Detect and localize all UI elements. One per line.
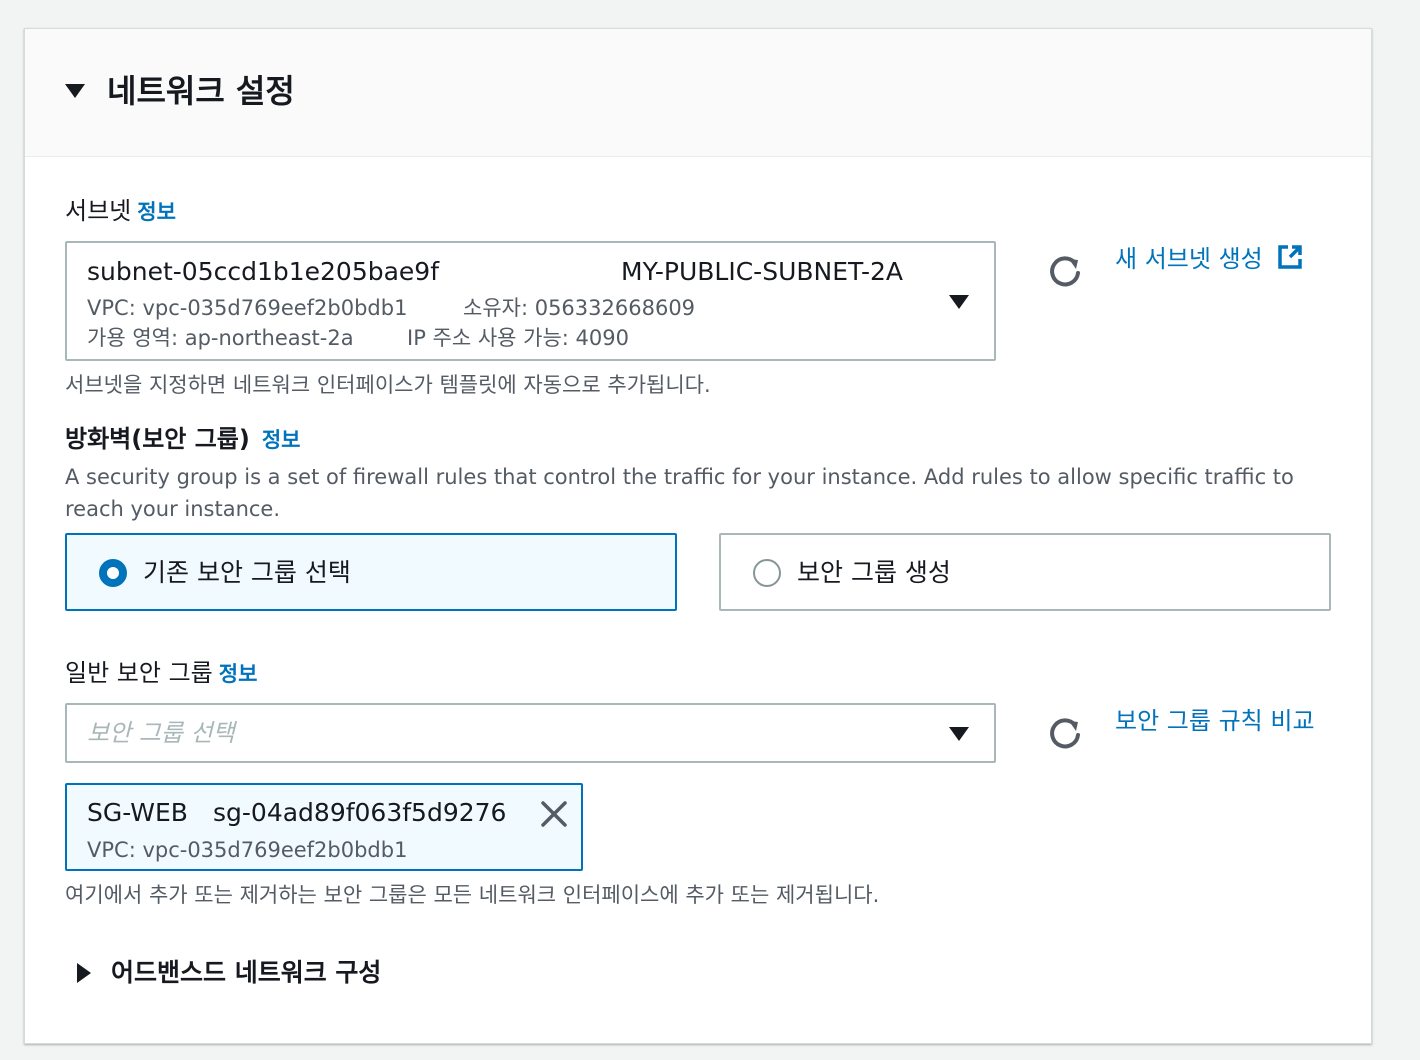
subnet-id: subnet-05ccd1b1e205bae9f [87,257,440,286]
close-icon[interactable] [539,799,569,829]
firewall-description-line2: reach your instance. [65,497,281,521]
advanced-network-config-toggle[interactable]: 어드밴스드 네트워크 구성 [111,955,381,991]
subnet-select[interactable]: subnet-05ccd1b1e205bae9f MY-PUBLIC-SUBNE… [65,241,996,361]
chevron-down-icon [949,727,969,741]
firewall-label: 방화벽(보안 그룹) 정보 [65,423,301,456]
subnet-label: 서브넷 정보 [65,195,176,228]
compare-security-group-rules-link[interactable]: 보안 그룹 규칙 비교 [1115,705,1315,737]
subnet-label-text: 서브넷 [65,197,132,225]
refresh-icon[interactable] [1045,713,1085,753]
caret-right-icon[interactable] [77,963,91,983]
firewall-description-line1: A security group is a set of firewall ru… [65,465,1294,489]
firewall-info-link[interactable]: 정보 [262,428,301,452]
create-subnet-link-text: 새 서브넷 생성 [1115,245,1263,273]
security-groups-label-text: 일반 보안 그룹 [65,659,213,687]
caret-down-icon[interactable] [65,84,85,98]
refresh-icon[interactable] [1045,251,1085,291]
panel-header[interactable]: 네트워크 설정 [25,29,1371,157]
subnet-vpc: VPC: vpc-035d769eef2b0bdb1 [87,296,408,320]
panel-title: 네트워크 설정 [107,72,295,110]
option-create-label: 보안 그룹 생성 [797,558,951,587]
external-link-icon [1278,245,1303,269]
security-groups-info-link[interactable]: 정보 [219,662,258,686]
chevron-down-icon [949,295,969,309]
security-group-select[interactable]: 보안 그룹 선택 [65,703,996,763]
firewall-label-text: 방화벽(보안 그룹) [65,425,250,453]
radio-selected-icon[interactable] [99,559,127,587]
security-group-token: SG-WEB sg-04ad89f063f5d9276 VPC: vpc-035… [65,783,583,871]
option-existing-label: 기존 보안 그룹 선택 [143,558,351,587]
subnet-name: MY-PUBLIC-SUBNET-2A [621,257,904,286]
security-group-placeholder: 보안 그룹 선택 [87,719,235,747]
security-groups-hint: 여기에서 추가 또는 제거하는 보안 그룹은 모든 네트워크 인터페이스에 추가… [65,883,880,907]
option-create-security-group[interactable]: 보안 그룹 생성 [719,533,1331,611]
subnet-az: 가용 영역: ap-northeast-2a [87,326,354,350]
token-sg-name: SG-WEB [87,798,188,827]
create-subnet-link[interactable]: 새 서브넷 생성 [1115,243,1304,275]
subnet-owner: 소유자: 056332668609 [463,296,696,320]
subnet-ip-available: IP 주소 사용 가능: 4090 [407,326,629,350]
radio-unselected-icon[interactable] [753,559,781,587]
security-groups-label: 일반 보안 그룹 정보 [65,657,257,690]
option-existing-security-group[interactable]: 기존 보안 그룹 선택 [65,533,677,611]
subnet-info-link[interactable]: 정보 [137,200,176,224]
network-settings-panel: 네트워크 설정 서브넷 정보 subnet-05ccd1b1e205bae9f M… [24,28,1372,1044]
token-sg-vpc: VPC: vpc-035d769eef2b0bdb1 [87,838,408,862]
token-sg-id: sg-04ad89f063f5d9276 [213,798,507,827]
subnet-hint: 서브넷을 지정하면 네트워크 인터페이스가 템플릿에 자동으로 추가됩니다. [65,373,711,397]
